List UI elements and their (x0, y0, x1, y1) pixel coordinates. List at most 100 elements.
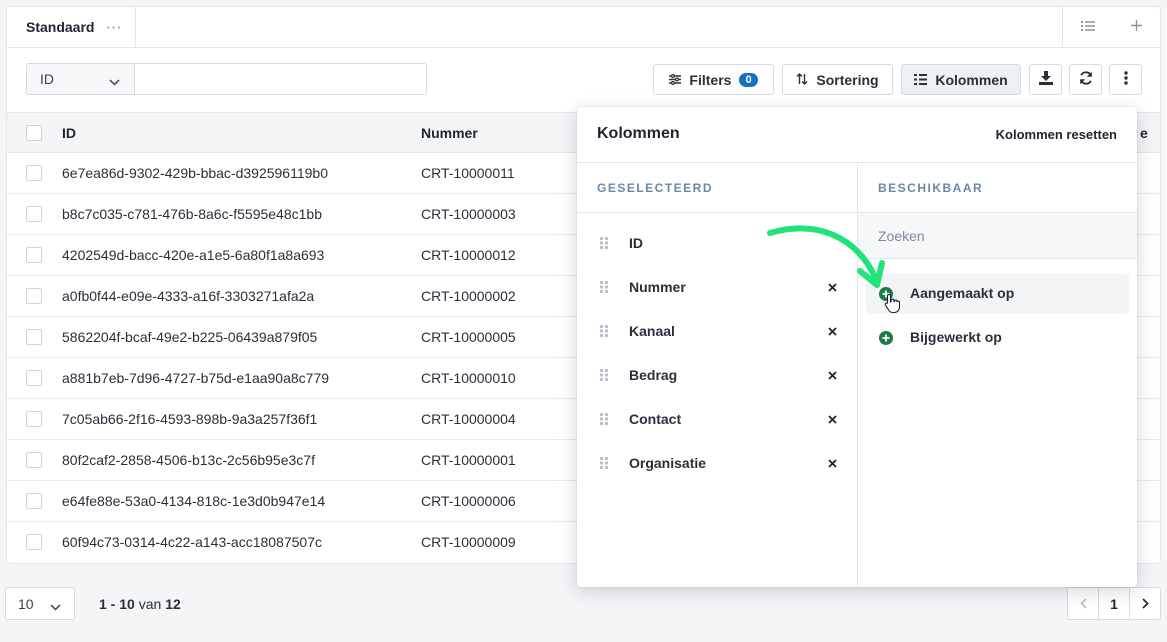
add-view-icon[interactable] (1130, 19, 1143, 35)
cell-id: e64fe88e-53a0-4134-818c-1e3d0b947e14 (62, 493, 326, 509)
search-field-value: ID (40, 71, 54, 87)
row-checkbox[interactable] (26, 329, 42, 345)
available-search-input[interactable]: Zoeken (858, 213, 1137, 259)
available-column-item[interactable]: Aangemaakt op (866, 274, 1129, 314)
download-icon (1038, 71, 1053, 88)
tabbar-actions (1062, 7, 1160, 47)
range-start: 1 (99, 596, 107, 612)
row-checkbox[interactable] (26, 288, 42, 304)
remove-column-close-icon[interactable] (828, 411, 837, 427)
columns-label: Kolommen (935, 71, 1008, 88)
popover-body: GESELECTEERD ID Nummer Kanaal Bedrag Contact… (577, 163, 1137, 587)
selected-column-item[interactable]: Organisatie (577, 442, 857, 486)
search-field-select[interactable]: ID (26, 63, 134, 95)
columns-button[interactable]: Kolommen (901, 64, 1021, 95)
drag-handle-icon[interactable] (599, 236, 609, 253)
cell-id: a881b7eb-7d96-4727-b75d-e1aa90a8c779 (62, 370, 330, 386)
page-button-current[interactable]: 1 (1098, 588, 1130, 619)
row-checkbox[interactable] (26, 534, 42, 550)
selected-column-item[interactable]: Kanaal (577, 310, 857, 354)
next-page-button[interactable] (1130, 588, 1160, 619)
selected-column-label: Organisatie (629, 455, 707, 471)
tab-standaard[interactable]: Standaard ··· (7, 7, 136, 47)
available-column-label: Aangemaakt op (910, 285, 1015, 301)
list-view-icon[interactable] (1080, 19, 1095, 35)
selected-columns-panel: GESELECTEERD ID Nummer Kanaal Bedrag Contact… (577, 163, 858, 587)
cell-number: CRT-10000003 (421, 206, 516, 222)
selected-column-label: Contact (629, 411, 682, 427)
cell-id: 4202549d-bacc-420e-a1e5-6a80f1a8a693 (62, 247, 325, 263)
row-checkbox[interactable] (26, 493, 42, 509)
selected-column-item[interactable]: Bedrag (577, 354, 857, 398)
table-toolbar: ID Filters 0 Sortering Kolommen (7, 48, 1160, 112)
cell-number: CRT-10000011 (421, 165, 515, 181)
remove-column-close-icon[interactable] (828, 455, 837, 471)
cell-id: 80f2caf2-2858-4506-b13c-2c56b95e3c7f (62, 452, 315, 468)
popover-header: Kolommen Kolommen resetten (577, 107, 1137, 163)
selected-column-item[interactable]: Contact (577, 398, 857, 442)
header-number[interactable]: Nummer (421, 125, 478, 141)
filters-button[interactable]: Filters 0 (653, 64, 774, 95)
header-last[interactable]: e (1140, 125, 1148, 141)
refresh-button[interactable] (1069, 64, 1102, 95)
page-size-value: 10 (18, 595, 34, 612)
cell-id: b8c7c035-c781-476b-8a6c-f5595e48c1bb (62, 206, 322, 222)
drag-handle-icon[interactable] (599, 412, 609, 429)
cell-number: CRT-10000012 (421, 247, 516, 263)
header-id[interactable]: ID (62, 125, 76, 141)
selected-column-item[interactable]: Nummer (577, 266, 857, 310)
chevron-down-icon (109, 73, 120, 89)
search-input[interactable] (134, 63, 427, 95)
drag-handle-icon[interactable] (599, 280, 609, 297)
selected-column-label: Bedrag (629, 367, 678, 383)
row-checkbox[interactable] (26, 370, 42, 386)
row-checkbox[interactable] (26, 452, 42, 468)
drag-handle-icon[interactable] (599, 324, 609, 341)
remove-column-close-icon[interactable] (828, 279, 837, 295)
available-columns-list: Aangemaakt op Bijgewerkt op (858, 259, 1137, 358)
row-checkbox[interactable] (26, 206, 42, 222)
prev-page-button[interactable] (1068, 588, 1098, 619)
cell-number: CRT-10000006 (421, 493, 516, 509)
more-button[interactable] (1109, 64, 1142, 95)
popover-title: Kolommen (597, 125, 680, 142)
filters-label: Filters (689, 71, 732, 88)
available-column-item[interactable]: Bijgewerkt op (866, 318, 1129, 358)
plus-circle-icon[interactable] (879, 287, 893, 304)
pagination: 1 (1067, 587, 1161, 620)
kebab-icon (1123, 71, 1128, 88)
selected-column-label: Nummer (629, 279, 686, 295)
cell-number: CRT-10000009 (421, 534, 516, 550)
refresh-icon (1079, 71, 1093, 88)
drag-handle-icon[interactable] (599, 456, 609, 473)
sliders-icon (669, 72, 682, 88)
row-checkbox[interactable] (26, 165, 42, 181)
cell-id: a0fb0f44-e09e-4333-a16f-3303271afa2a (62, 288, 315, 304)
selected-heading: GESELECTEERD (577, 163, 857, 213)
drag-handle-icon[interactable] (599, 368, 609, 385)
available-columns-panel: BESCHIKBAAR Zoeken Aangemaakt op Bijgewer… (858, 163, 1137, 587)
cell-number: CRT-10000004 (421, 411, 516, 427)
sort-arrows-icon (796, 72, 808, 88)
remove-column-close-icon[interactable] (828, 367, 837, 383)
columns-icon (914, 72, 928, 88)
row-checkbox[interactable] (26, 411, 42, 427)
page-size-select[interactable]: 10 (5, 587, 75, 620)
cell-number: CRT-10000005 (421, 329, 516, 345)
download-button[interactable] (1029, 64, 1062, 95)
sort-button[interactable]: Sortering (782, 64, 893, 95)
plus-circle-icon[interactable] (879, 331, 893, 348)
available-heading: BESCHIKBAAR (858, 163, 1137, 213)
selected-column-item[interactable]: ID (577, 222, 857, 266)
cell-id: 7c05ab66-2f16-4593-898b-9a3a257f36f1 (62, 411, 318, 427)
select-all-checkbox[interactable] (26, 125, 42, 141)
cell-number: CRT-10000010 (421, 370, 516, 386)
range-total: 12 (165, 596, 181, 612)
row-checkbox[interactable] (26, 247, 42, 263)
remove-column-close-icon[interactable] (828, 323, 837, 339)
sort-label: Sortering (816, 71, 879, 88)
reset-columns-button[interactable]: Kolommen resetten (996, 127, 1117, 142)
selected-column-label: ID (629, 235, 643, 251)
available-heading-label: BESCHIKBAAR (878, 181, 984, 195)
tab-more-icon[interactable]: ··· (106, 20, 122, 35)
